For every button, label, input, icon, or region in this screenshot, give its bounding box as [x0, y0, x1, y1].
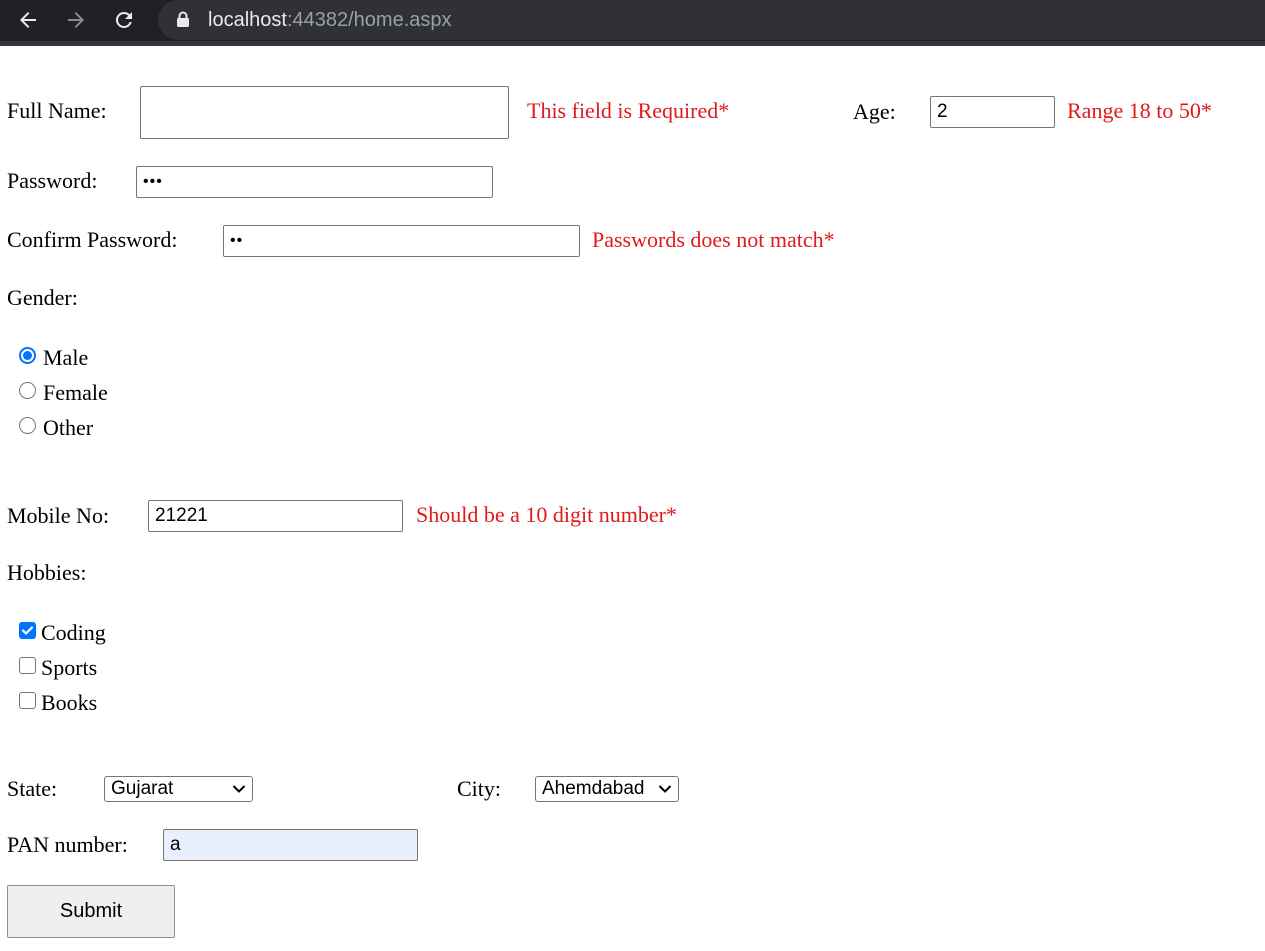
city-select[interactable]: Ahemdabad	[535, 776, 679, 802]
url-text[interactable]: localhost:44382/home.aspx	[208, 8, 452, 32]
back-arrow-icon	[20, 12, 36, 28]
forward-button[interactable]	[61, 5, 91, 35]
hobbies-label: Hobbies:	[7, 560, 87, 585]
hobby-option-books[interactable]: Books	[41, 690, 97, 716]
mobile-input[interactable]: 21221	[148, 500, 403, 532]
gender-label: Gender:	[7, 285, 78, 310]
lock-icon	[177, 11, 189, 27]
state-select[interactable]: Gujarat	[104, 776, 253, 802]
full-name-error: This field is Required*	[527, 98, 730, 123]
hobby-option-sports[interactable]: Sports	[41, 655, 97, 681]
url-host: localhost	[208, 9, 287, 31]
reload-icon	[115, 11, 132, 28]
age-label: Age:	[853, 99, 896, 124]
hobby-checkbox-books[interactable]	[19, 692, 36, 709]
back-button[interactable]	[13, 5, 43, 35]
gender-option-other[interactable]: Other	[43, 415, 93, 441]
submit-button[interactable]: Submit	[7, 885, 175, 938]
city-label: City:	[457, 776, 502, 801]
full-name-input[interactable]	[140, 86, 509, 139]
chevron-down-icon	[232, 785, 246, 793]
url-path: :44382/home.aspx	[286, 9, 452, 31]
age-input[interactable]: 2	[930, 96, 1055, 128]
password-input[interactable]: •••	[136, 166, 493, 198]
gender-option-female[interactable]: Female	[43, 380, 108, 406]
browser-toolbar: localhost:44382/home.aspx	[0, 0, 1265, 46]
reload-button[interactable]	[109, 5, 139, 35]
gender-radio-other[interactable]	[19, 417, 36, 434]
mobile-error: Should be a 10 digit number*	[416, 502, 677, 527]
city-selected-value: Ahemdabad	[542, 778, 645, 799]
pan-label: PAN number:	[7, 832, 128, 857]
confirm-password-error: Passwords does not match*	[592, 227, 835, 252]
mobile-label: Mobile No:	[7, 503, 110, 528]
hobby-checkbox-sports[interactable]	[19, 657, 36, 674]
pan-input[interactable]: a	[163, 829, 418, 861]
password-label: Password:	[7, 168, 98, 193]
gender-option-male[interactable]: Male	[43, 345, 88, 371]
hobby-checkbox-coding[interactable]	[19, 622, 36, 639]
forward-arrow-icon	[68, 12, 84, 28]
checkmark-icon	[21, 626, 34, 635]
gender-radio-male[interactable]	[19, 347, 36, 364]
full-name-label: Full Name:	[7, 98, 107, 123]
chevron-down-icon	[658, 785, 672, 793]
toolbar-divider	[0, 41, 1265, 46]
gender-radio-female[interactable]	[19, 382, 36, 399]
age-error: Range 18 to 50*	[1067, 98, 1212, 123]
confirm-password-label: Confirm Password:	[7, 227, 178, 252]
state-selected-value: Gujarat	[111, 778, 174, 799]
confirm-password-input[interactable]: ••	[223, 225, 580, 257]
state-label: State:	[7, 776, 58, 801]
hobby-option-coding[interactable]: Coding	[41, 620, 106, 646]
